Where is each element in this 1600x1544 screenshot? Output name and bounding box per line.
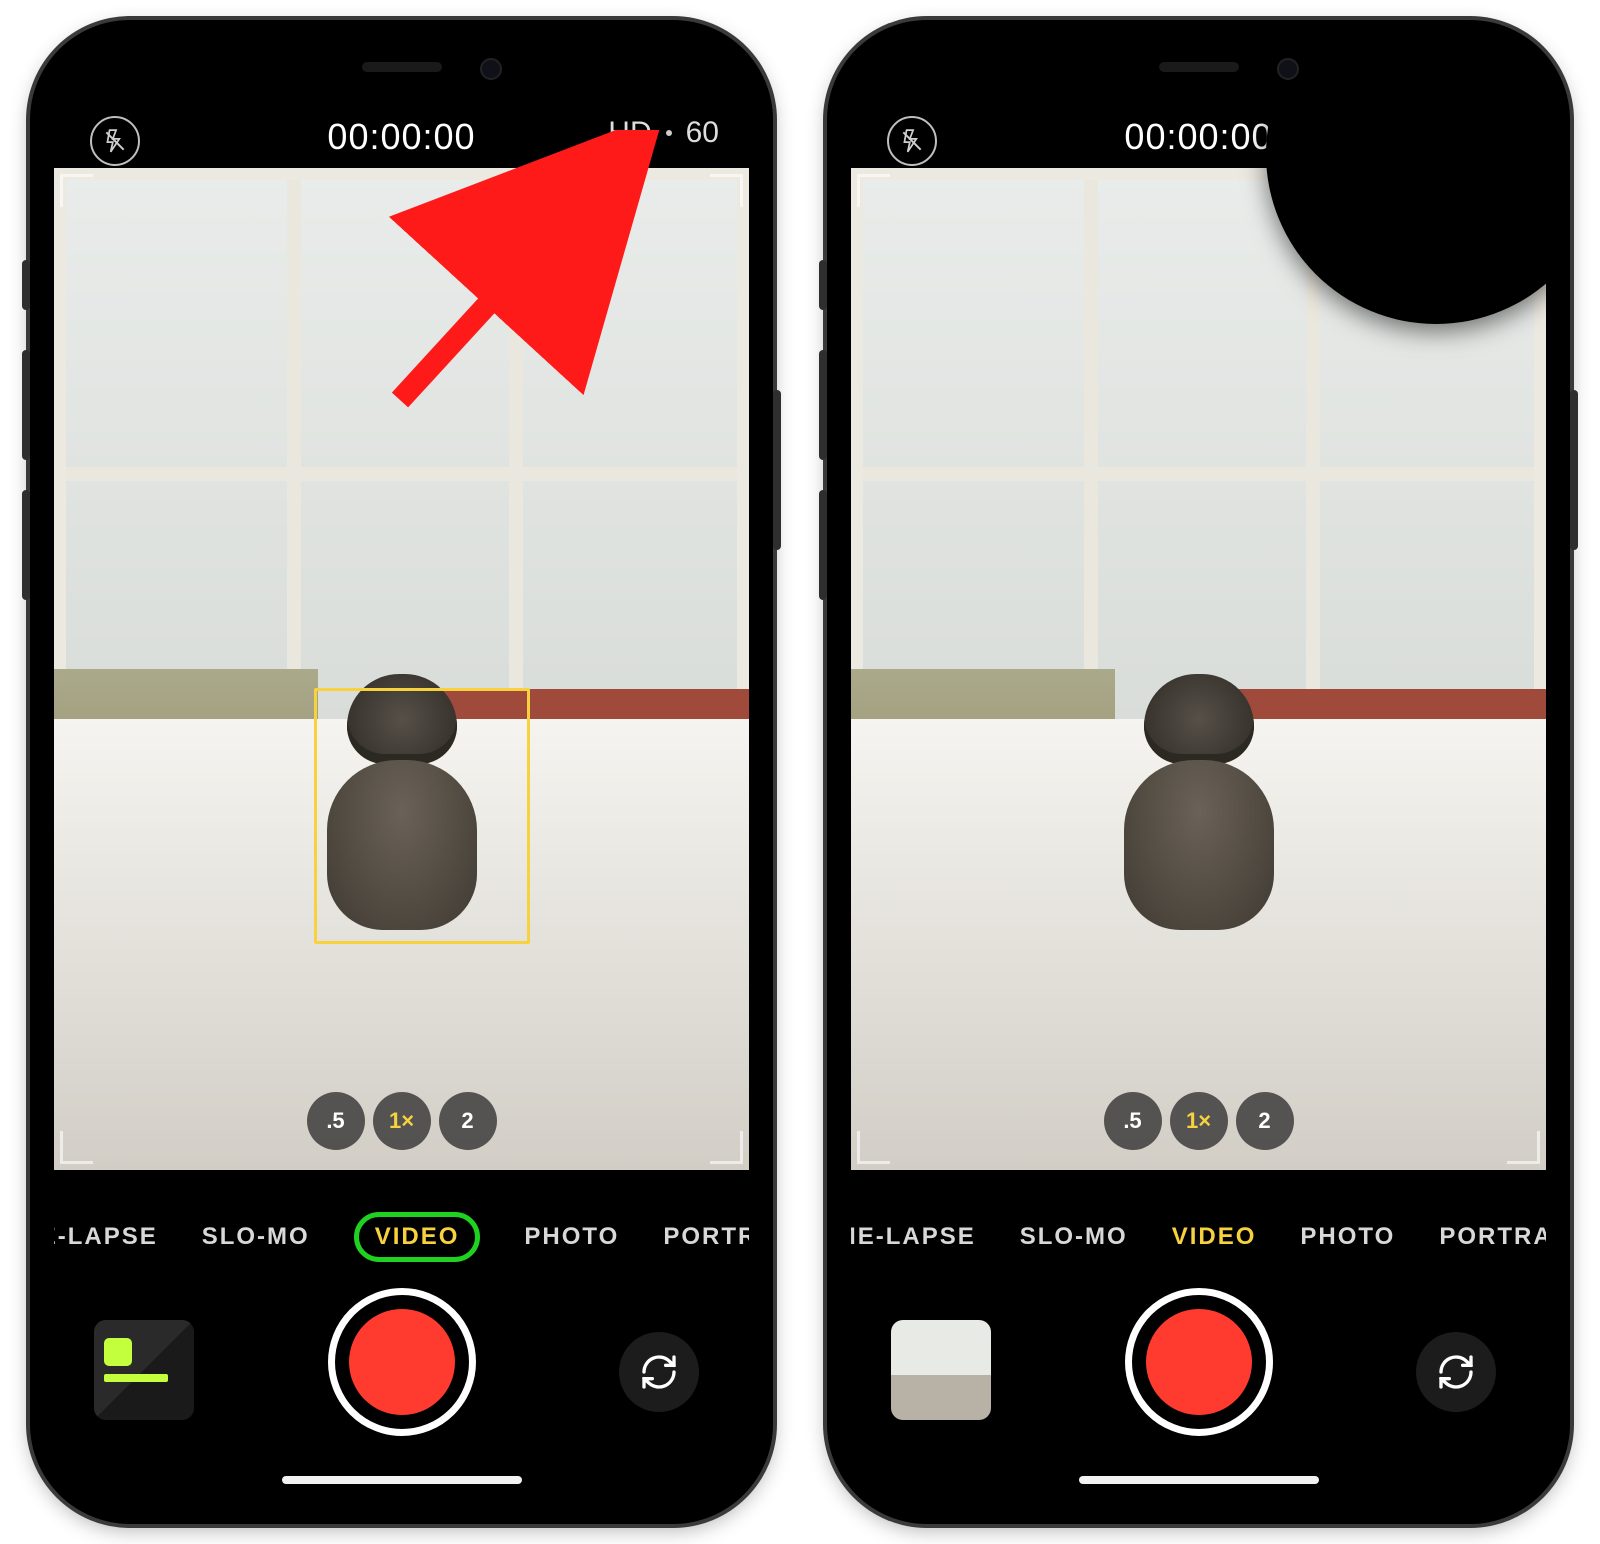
zoom-2x[interactable]: 2 (1236, 1092, 1294, 1150)
zoom-0-5x[interactable]: .5 (307, 1092, 365, 1150)
phone-left: 00:00:00 HD 60 .5 1× (30, 20, 773, 1524)
zoom-controls: .5 1× 2 (307, 1092, 497, 1150)
notch (242, 44, 562, 96)
frame-corner (857, 1131, 890, 1164)
volume-up-button (22, 350, 30, 460)
record-button[interactable] (328, 1288, 476, 1436)
camera-switch-button[interactable] (1416, 1332, 1496, 1412)
comparison-screenshot: 00:00:00 HD 60 .5 1× (0, 0, 1600, 1544)
focus-indicator (314, 688, 530, 944)
camera-bottom-bar (54, 1276, 749, 1500)
mode-photo[interactable]: PHOTO (524, 1223, 619, 1251)
resolution-label[interactable]: HD (608, 116, 651, 150)
zoom-controls: .5 1× 2 (1104, 1092, 1294, 1150)
flash-off-icon (899, 128, 925, 154)
frame-corner (857, 174, 890, 207)
flash-toggle[interactable] (90, 116, 140, 166)
separator-dot (666, 130, 672, 136)
fps-label[interactable]: 60 (686, 116, 719, 150)
last-capture-thumbnail[interactable] (94, 1320, 194, 1420)
notch (1039, 44, 1359, 96)
frame-corner (710, 1131, 743, 1164)
camera-switch-icon (639, 1352, 679, 1392)
last-capture-thumbnail[interactable] (891, 1320, 991, 1420)
volume-down-button (819, 490, 827, 600)
camera-switch-button[interactable] (619, 1332, 699, 1412)
volume-down-button (22, 490, 30, 600)
frame-corner (60, 174, 93, 207)
mute-switch (819, 260, 827, 310)
power-button (773, 390, 781, 550)
record-icon (349, 1309, 455, 1415)
mode-slomo[interactable]: SLO-MO (1020, 1223, 1128, 1251)
record-timer: 00:00:00 (327, 116, 475, 158)
frame-corner (60, 1131, 93, 1164)
resolution-fps-toggle[interactable]: HD 60 (608, 116, 719, 150)
fitness-icon (104, 1338, 132, 1366)
camera-switch-icon (1436, 1352, 1476, 1392)
viewfinder[interactable]: .5 1× 2 (54, 168, 749, 1170)
mode-portrait[interactable]: PORTRAI (1439, 1223, 1546, 1251)
screen: 00:00:00 4K 30 .5 1× 2 (851, 44, 1546, 1500)
mode-selector[interactable]: ME-LAPSE SLO-MO VIDEO PHOTO PORTRAI (54, 1202, 749, 1272)
frame-corner (1507, 1131, 1540, 1164)
flash-off-icon (102, 128, 128, 154)
mode-photo[interactable]: PHOTO (1300, 1223, 1395, 1251)
zoom-1x[interactable]: 1× (373, 1092, 431, 1150)
flash-toggle[interactable] (887, 116, 937, 166)
camera-bottom-bar (851, 1276, 1546, 1500)
home-indicator[interactable] (1079, 1476, 1319, 1484)
zoom-1x[interactable]: 1× (1170, 1092, 1228, 1150)
mode-video[interactable]: VIDEO (1172, 1223, 1257, 1251)
mode-portrait[interactable]: PORTRAI (663, 1223, 749, 1251)
record-timer: 00:00:00 (1124, 116, 1272, 158)
mode-slomo[interactable]: SLO-MO (202, 1223, 310, 1251)
home-indicator[interactable] (282, 1476, 522, 1484)
zoom-0-5x[interactable]: .5 (1104, 1092, 1162, 1150)
mode-video[interactable]: VIDEO (354, 1212, 481, 1262)
record-button[interactable] (1125, 1288, 1273, 1436)
screen: 00:00:00 HD 60 .5 1× (54, 44, 749, 1500)
frame-corner (710, 174, 743, 207)
zoom-2x[interactable]: 2 (439, 1092, 497, 1150)
phone-right: 00:00:00 4K 30 .5 1× 2 (827, 20, 1570, 1524)
mode-timelapse[interactable]: ME-LAPSE (851, 1223, 976, 1251)
scene-statue (1109, 710, 1289, 930)
power-button (1570, 390, 1578, 550)
volume-up-button (819, 350, 827, 460)
mode-timelapse[interactable]: ME-LAPSE (54, 1223, 158, 1251)
record-icon (1146, 1309, 1252, 1415)
mute-switch (22, 260, 30, 310)
mode-selector[interactable]: ME-LAPSE SLO-MO VIDEO PHOTO PORTRAI (851, 1202, 1546, 1272)
